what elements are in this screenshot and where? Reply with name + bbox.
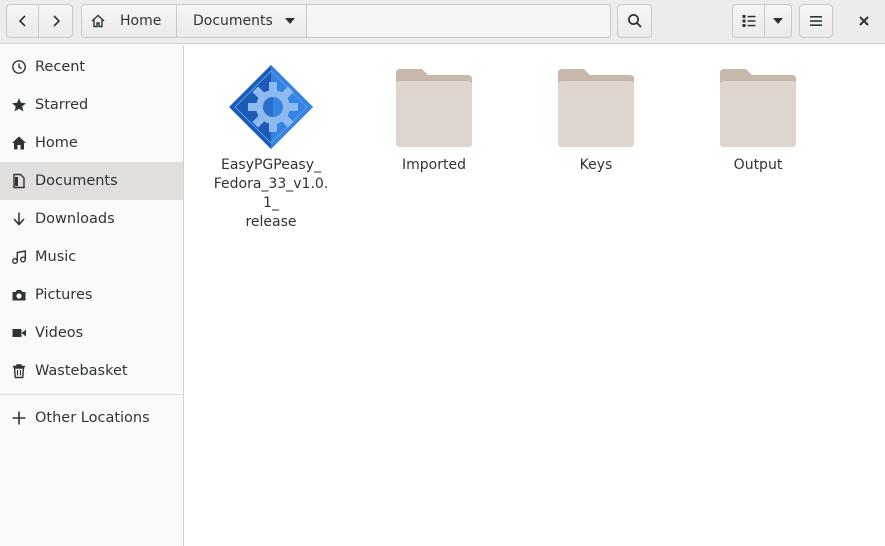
- sidebar-item-label: Wastebasket: [35, 363, 128, 379]
- sidebar-item-music[interactable]: Music: [0, 238, 183, 276]
- search-icon: [627, 14, 642, 28]
- file-item-easypgpeasy[interactable]: EasyPGPeasy_ Fedora_33_v1.0.1_ release: [211, 62, 331, 232]
- folder-icon: [713, 62, 803, 152]
- app-gear-icon: [226, 62, 316, 152]
- video-icon: [11, 325, 27, 341]
- close-button[interactable]: [852, 8, 876, 34]
- caret-down-icon: [285, 18, 295, 24]
- sidebar-item-other-locations[interactable]: Other Locations: [0, 399, 183, 437]
- sidebar-item-label: Pictures: [35, 287, 93, 303]
- trash-icon: [11, 363, 27, 379]
- folder-item-imported[interactable]: Imported: [374, 62, 494, 175]
- chevron-right-icon: [52, 15, 60, 27]
- sidebar-item-label: Starred: [35, 97, 89, 113]
- chevron-left-icon: [18, 15, 26, 27]
- sidebar-item-label: Documents: [35, 173, 118, 189]
- list-view-icon: [742, 15, 755, 27]
- sidebar-item-label: Music: [35, 249, 77, 265]
- file-name-easypgpeasy: EasyPGPeasy_ Fedora_33_v1.0.1_ release: [211, 156, 331, 232]
- crumb-documents-label: Documents: [193, 13, 273, 29]
- sidebar-item-label: Recent: [35, 59, 86, 75]
- search-button[interactable]: [617, 4, 652, 38]
- view-options-button[interactable]: [765, 4, 792, 38]
- close-icon: [859, 16, 869, 26]
- main-menu-button[interactable]: [799, 4, 833, 38]
- file-view: EasyPGPeasy_ Fedora_33_v1.0.1_ release I…: [185, 45, 885, 546]
- file-name-line: EasyPGPeasy_: [220, 157, 321, 173]
- path-bar: Home Documents: [81, 4, 611, 38]
- home-icon: [11, 135, 27, 151]
- sidebar-item-wastebasket[interactable]: Wastebasket: [0, 352, 183, 390]
- folder-item-output[interactable]: Output: [698, 62, 818, 175]
- folder-icon: [389, 62, 479, 152]
- sidebar-item-home[interactable]: Home: [0, 124, 183, 162]
- sidebar-item-starred[interactable]: Starred: [0, 86, 183, 124]
- star-icon: [11, 97, 27, 113]
- folder-name: Keys: [579, 157, 613, 173]
- clock-icon: [11, 59, 27, 75]
- sidebar-item-videos[interactable]: Videos: [0, 314, 183, 352]
- sidebar-item-documents[interactable]: Documents: [0, 162, 183, 200]
- folder-name: Imported: [402, 157, 466, 173]
- caret-down-icon: [773, 18, 783, 24]
- sidebar: Recent Starred Home Documents Downloads …: [0, 45, 184, 546]
- hamburger-menu-icon: [810, 16, 822, 26]
- view-toggle-button[interactable]: [732, 4, 765, 38]
- folder-item-keys[interactable]: Keys: [536, 62, 656, 175]
- folder-name: Output: [733, 157, 783, 173]
- plus-icon: [11, 410, 27, 426]
- camera-icon: [11, 287, 27, 303]
- forward-button[interactable]: [39, 4, 73, 38]
- path-bar-empty[interactable]: [307, 5, 610, 37]
- sidebar-item-downloads[interactable]: Downloads: [0, 200, 183, 238]
- file-name-line: release: [245, 214, 297, 230]
- music-icon: [11, 249, 27, 265]
- sidebar-item-pictures[interactable]: Pictures: [0, 276, 183, 314]
- sidebar-separator: [0, 394, 183, 395]
- sidebar-item-label: Home: [35, 135, 78, 151]
- crumb-home-label: Home: [120, 13, 162, 29]
- download-icon: [11, 211, 27, 227]
- folder-icon: [551, 62, 641, 152]
- sidebar-item-label: Downloads: [35, 211, 115, 227]
- crumb-home[interactable]: Home: [82, 5, 177, 37]
- home-icon: [91, 14, 105, 28]
- sidebar-item-label: Other Locations: [35, 410, 150, 426]
- sidebar-item-label: Videos: [35, 325, 84, 341]
- header-bar: Home Documents: [0, 0, 885, 44]
- document-icon: [11, 173, 27, 189]
- sidebar-item-recent[interactable]: Recent: [0, 48, 183, 86]
- file-name-line: Fedora_33_v1.0.1_: [213, 176, 329, 211]
- back-button[interactable]: [6, 4, 39, 38]
- crumb-documents[interactable]: Documents: [177, 5, 307, 37]
